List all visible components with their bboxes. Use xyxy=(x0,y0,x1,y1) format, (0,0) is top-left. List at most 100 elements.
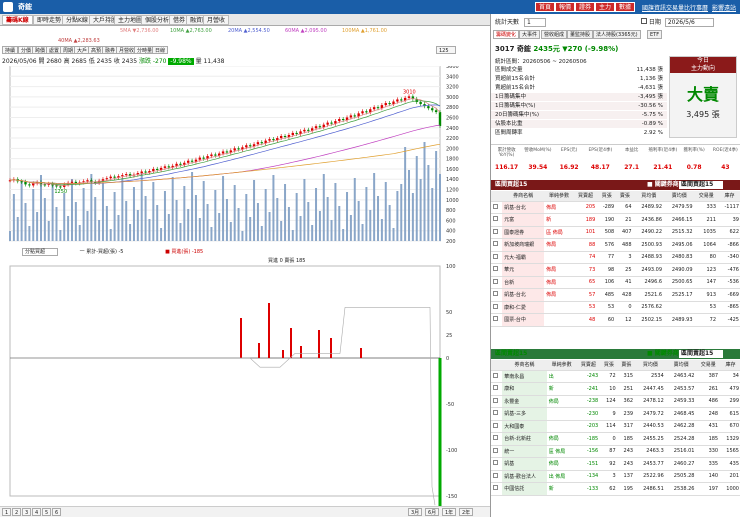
sell-select[interactable]: 區間賣超15 xyxy=(679,350,724,358)
row-checkbox[interactable] xyxy=(491,301,503,314)
table-row[interactable]: 中國信託新 -133 62 195 2486.51 2538.26 197 1000 xyxy=(491,482,740,496)
page-5[interactable]: 5 xyxy=(42,508,52,516)
row-checkbox[interactable] xyxy=(491,382,503,396)
table-row[interactable]: 康和新 -241 10 251 2447.45 2453.57 261 479 xyxy=(491,382,740,396)
table-col-header[interactable]: 買張 xyxy=(597,191,617,202)
home-button[interactable]: 首頁 xyxy=(535,2,556,12)
row-checkbox[interactable] xyxy=(491,395,503,408)
rtab-3[interactable]: 董監持股 xyxy=(567,30,594,39)
table-row[interactable]: 台新-北新莊 佈局 -185 0 185 2455.25 2524.28 185 1329 xyxy=(491,432,740,446)
table-row[interactable]: 台新 佈局 65 106 41 2496.6 2500.65 147 -536 xyxy=(491,276,740,289)
table-row[interactable]: 華元 佈局 73 98 25 2493.09 2490.09 123 -476 xyxy=(491,263,740,277)
table-col-header[interactable]: 券商名稱 xyxy=(502,191,545,202)
table-row[interactable]: 凱基 佈局 -151 92 243 2453.77 2460.27 335 435 xyxy=(491,457,740,471)
quote-button[interactable]: 報價 xyxy=(555,2,576,12)
table-col-header[interactable]: 買均價 xyxy=(635,360,666,371)
rtab-4[interactable]: 法人持股(3365元) xyxy=(593,30,641,39)
table-row[interactable]: 凱基-台北 佈局 205 -289 64 2489.92 2479.59 333 -1117 xyxy=(491,201,740,214)
row-checkbox[interactable] xyxy=(491,420,503,433)
table-col-header[interactable]: 賣張 xyxy=(616,191,634,202)
table-row[interactable]: 凱基-三多 -230 9 239 2479.72 2468.45 248 615 xyxy=(491,407,740,421)
page-4[interactable]: 4 xyxy=(32,508,42,516)
rtab-5[interactable]: ETF xyxy=(647,30,663,39)
table-row[interactable]: 大和國泰 -203 114 317 2440.53 2462.28 431 670 xyxy=(491,420,740,433)
main-force-button[interactable]: 主力 xyxy=(595,2,616,12)
table-row[interactable]: 康和-仁愛 53 53 0 2576.62 53 -865 xyxy=(491,301,740,314)
tab-intraday[interactable]: 即時走勢 xyxy=(33,15,66,25)
table-row[interactable]: 凱基-歡台法人出 佈局 -134 3 137 2522.96 2505.28 140 201 xyxy=(491,470,740,483)
table-col-header[interactable]: 單純參數 xyxy=(544,191,574,202)
calendar-icon[interactable] xyxy=(641,18,647,24)
table-row[interactable]: 國票-台中 48 60 12 2502.15 2489.93 72 -425 xyxy=(491,313,740,327)
table-row[interactable]: 凱基-台北 佈局 57 485 428 2521.6 2525.17 913 -669 xyxy=(491,288,740,302)
row-checkbox[interactable] xyxy=(491,432,503,446)
table-cell: 428 xyxy=(616,288,634,302)
range-2y[interactable]: 2年 xyxy=(459,508,474,516)
buy-select[interactable]: 區間買超15 xyxy=(679,181,724,189)
table-col-header[interactable]: 買均價 xyxy=(633,191,665,202)
table-row[interactable]: 國泰證券區 佈局 101 508 407 2490.22 2515.32 1035 622 xyxy=(491,226,740,239)
table-row[interactable]: 統一區 佈局 -156 87 243 2463.3 2516.01 330 1565 xyxy=(491,445,740,458)
date-input[interactable]: 2026/5/6 xyxy=(664,18,714,27)
row-checkbox[interactable] xyxy=(491,263,503,277)
table-row[interactable]: 新加坡商瑞銀 佈局 88 576 488 2500.93 2495.06 1064 -866 xyxy=(491,238,740,252)
link-flag[interactable]: 國旗資訊 xyxy=(642,3,666,12)
table-col-header[interactable]: 單純參數 xyxy=(546,360,577,371)
row-checkbox[interactable] xyxy=(491,213,503,227)
page-2[interactable]: 2 xyxy=(12,508,22,516)
row-checkbox[interactable] xyxy=(491,457,503,471)
table-col-header[interactable]: 庫存 xyxy=(720,360,740,371)
row-checkbox[interactable] xyxy=(491,238,503,252)
row-checkbox[interactable] xyxy=(491,370,503,383)
table-row[interactable]: 華南永昌出 -243 72 315 2534 2463.42 387 34 xyxy=(491,370,740,383)
page-1[interactable]: 1 xyxy=(2,508,12,516)
table-col-header[interactable] xyxy=(491,360,503,371)
table-col-header[interactable]: 賣均價 xyxy=(664,191,695,202)
rtab-0[interactable]: 籌碼變化 xyxy=(493,30,520,39)
table-col-header[interactable]: 庫存 xyxy=(718,191,740,202)
range-1y[interactable]: 1年 xyxy=(442,508,457,516)
securities-button[interactable]: 證券 xyxy=(575,2,596,12)
row-checkbox[interactable] xyxy=(491,470,503,483)
rtab-2[interactable]: 營收組成 xyxy=(541,30,568,39)
tab-chip-kline[interactable]: 籌碼K線 xyxy=(2,15,33,25)
sub-select[interactable]: 分點買超 xyxy=(22,248,59,256)
table-col-header[interactable]: 券商名稱 xyxy=(502,360,547,371)
link-site[interactable]: 影響遠站 xyxy=(712,3,736,12)
stat-row: 1日籌碼集中(%) -30.56 % xyxy=(491,102,667,110)
page-3[interactable]: 3 xyxy=(22,508,32,516)
table-col-header[interactable]: 交易量 xyxy=(694,191,719,202)
table-row[interactable]: 永豐金 佈局 -238 124 362 2478.12 2459.33 486 299 xyxy=(491,395,740,408)
table-col-header[interactable]: 買賣超 xyxy=(576,360,601,371)
row-checkbox[interactable] xyxy=(491,226,503,239)
table-col-header[interactable]: 賣均價 xyxy=(665,360,697,371)
table-col-header[interactable]: 交易量 xyxy=(696,360,721,371)
table-row[interactable]: 元富新 189 190 21 2436.86 2466.15 211 39 xyxy=(491,213,740,227)
row-checkbox[interactable] xyxy=(491,482,503,496)
row-checkbox[interactable] xyxy=(491,251,503,264)
row-checkbox[interactable] xyxy=(491,407,503,421)
ct-0[interactable]: 持續 xyxy=(2,46,19,54)
link-calendar[interactable]: 行事曆 xyxy=(690,3,708,12)
link-volume[interactable]: 交易量比 xyxy=(666,3,690,12)
row-checkbox[interactable] xyxy=(491,201,503,214)
rtab-1[interactable]: 大事件 xyxy=(519,30,541,39)
range-3m[interactable]: 3月 xyxy=(408,508,423,516)
table-row[interactable]: 元大-福霸 74 77 3 2488.93 2480.83 80 -340 xyxy=(491,251,740,264)
ct-10[interactable]: 日線 xyxy=(152,46,169,54)
table-col-header[interactable]: 買賣超 xyxy=(573,191,598,202)
row-checkbox[interactable] xyxy=(491,445,503,458)
table-col-header[interactable]: 買張 xyxy=(600,360,618,371)
tab-revenue[interactable]: 月營收 xyxy=(203,15,230,25)
data-button[interactable]: 數據 xyxy=(615,2,636,12)
range-6m[interactable]: 6月 xyxy=(425,508,440,516)
table-col-header[interactable]: 賣張 xyxy=(617,360,636,371)
table-col-header[interactable] xyxy=(491,191,503,202)
tab-branch-kline[interactable]: 分點K線 xyxy=(62,15,92,25)
row-checkbox[interactable] xyxy=(491,288,503,302)
row-checkbox[interactable] xyxy=(491,313,503,327)
row-checkbox[interactable] xyxy=(491,276,503,289)
page-6[interactable]: 6 xyxy=(52,508,62,516)
period-input[interactable]: 125 xyxy=(436,46,456,54)
days-select[interactable]: 1 xyxy=(523,18,546,27)
